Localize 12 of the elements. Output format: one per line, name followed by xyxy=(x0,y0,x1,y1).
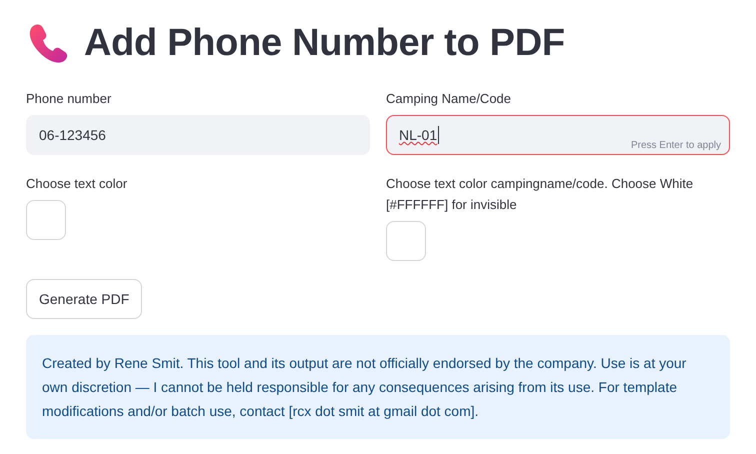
info-message: Created by Rene Smit. This tool and its output are not officially endorsed by the company. Use is at your own discretion — I cannot be held responsible for any consequences arising from its use. For template modifications and/or batch use, contact [rcx dot smit at gmail dot com]. xyxy=(26,335,730,439)
input-field[interactable]: NL-01 Press Enter to apply xyxy=(386,115,730,155)
color-picker[interactable] xyxy=(386,221,426,261)
field-label: Phone number xyxy=(26,90,112,108)
input-hint: Press Enter to apply xyxy=(630,140,721,151)
field-label: Camping Name/Code xyxy=(386,90,512,108)
color-picker[interactable] xyxy=(26,200,66,240)
input-field[interactable]: 06-123456 xyxy=(26,115,370,155)
generate-pdf-button[interactable]: Generate PDF xyxy=(26,279,142,319)
field-label: Choose text color campingname/code. Choose White [#FFFFFF] for invisible xyxy=(386,175,694,214)
page-title: Add Phone Number to PDF xyxy=(84,22,565,64)
field-label: Choose text color xyxy=(26,175,128,193)
